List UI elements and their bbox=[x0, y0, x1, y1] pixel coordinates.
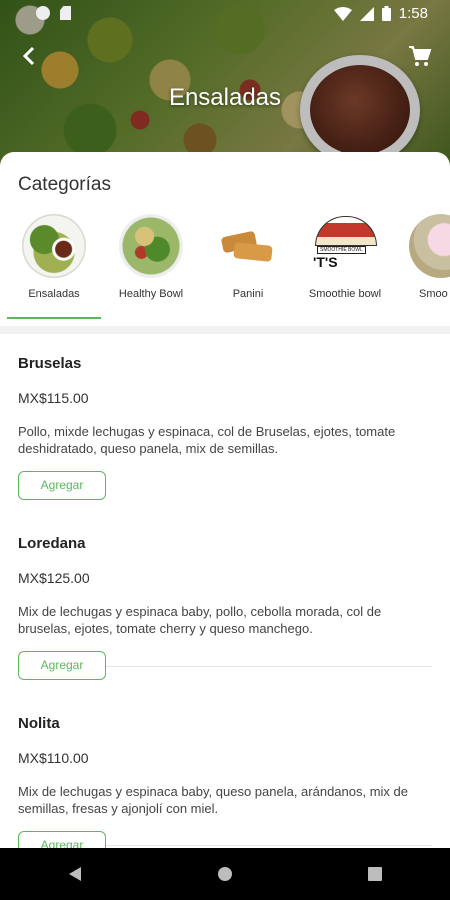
product-price: MX$125.00 bbox=[18, 570, 90, 586]
category-label: Ensaladas bbox=[28, 288, 80, 300]
smoothie-bowl-logo-text: SMOOTHIE BOWL bbox=[317, 246, 366, 254]
wifi-icon bbox=[333, 6, 352, 21]
shopping-cart-icon bbox=[409, 46, 432, 66]
categories-heading: Categorías bbox=[18, 174, 111, 195]
back-button[interactable] bbox=[18, 44, 42, 68]
category-healthy-bowl[interactable]: Healthy Bowl bbox=[104, 208, 198, 320]
section-divider bbox=[0, 326, 450, 334]
page-title: Ensaladas bbox=[168, 84, 282, 111]
circle-home-icon bbox=[218, 867, 232, 881]
category-label: Smoo bbox=[419, 288, 448, 300]
product-name: Loredana bbox=[18, 535, 86, 552]
smoothie-bowl-image: SMOOTHIE BOWL 'T'S bbox=[313, 214, 377, 278]
square-recents-icon bbox=[368, 867, 382, 881]
healthy-bowl-image bbox=[119, 214, 183, 278]
add-button[interactable]: Agregar bbox=[18, 831, 106, 848]
nav-recents-button[interactable] bbox=[363, 862, 387, 886]
status-bar: 1:58 bbox=[0, 0, 450, 28]
product-description: Mix de lechugas y espinaca baby, pollo, … bbox=[18, 604, 382, 636]
system-navigation-bar bbox=[0, 848, 450, 900]
product-price: MX$110.00 bbox=[18, 750, 89, 766]
category-ensaladas[interactable]: Ensaladas bbox=[7, 208, 101, 320]
category-label: Smoothie bowl bbox=[308, 288, 382, 300]
hero-image: 1:58 Ensaladas bbox=[0, 0, 450, 175]
product-name: Bruselas bbox=[18, 355, 82, 372]
smoothie-image bbox=[409, 214, 450, 278]
product-card: Loredana MX$125.00 Mix de lechugas y esp… bbox=[18, 535, 432, 680]
status-time: 1:58 bbox=[398, 5, 428, 22]
categories-carousel[interactable]: Ensaladas Healthy Bowl Panini SMOOTHIE B… bbox=[0, 208, 450, 323]
product-price: MX$115.00 bbox=[18, 390, 89, 406]
category-label: Panini bbox=[232, 288, 264, 300]
cart-button[interactable] bbox=[408, 44, 432, 68]
product-name: Nolita bbox=[18, 715, 60, 732]
content-card: Categorías Ensaladas Healthy Bowl Panini… bbox=[0, 152, 450, 848]
nav-home-button[interactable] bbox=[213, 862, 237, 886]
category-panini[interactable]: Panini bbox=[201, 208, 295, 320]
category-smoothie-bowl[interactable]: SMOOTHIE BOWL 'T'S Smoothie bowl bbox=[298, 208, 392, 320]
selected-category-indicator bbox=[7, 317, 101, 319]
add-button[interactable]: Agregar bbox=[18, 471, 106, 500]
nav-back-button[interactable] bbox=[63, 862, 87, 886]
add-button[interactable]: Agregar bbox=[18, 651, 106, 680]
panini-image bbox=[216, 214, 280, 278]
battery-icon bbox=[381, 6, 391, 21]
category-smoothies[interactable]: Smoo bbox=[395, 208, 450, 320]
triangle-back-icon bbox=[69, 867, 81, 881]
sd-card-icon bbox=[60, 6, 71, 20]
smoothie-bowl-partial-text: 'T'S bbox=[313, 254, 338, 270]
category-label: Healthy Bowl bbox=[118, 288, 184, 300]
product-card: Bruselas MX$115.00 Pollo, mixde lechugas… bbox=[18, 355, 432, 500]
back-arrow-icon bbox=[22, 46, 35, 66]
product-description: Mix de lechugas y espinaca baby, queso p… bbox=[18, 784, 409, 816]
notification-dot-icon bbox=[36, 6, 50, 20]
signal-icon bbox=[359, 6, 374, 21]
ensaladas-image bbox=[22, 214, 86, 278]
product-description: Pollo, mixde lechugas y espinaca, col de… bbox=[18, 424, 396, 456]
product-card: Nolita MX$110.00 Mix de lechugas y espin… bbox=[18, 715, 432, 848]
